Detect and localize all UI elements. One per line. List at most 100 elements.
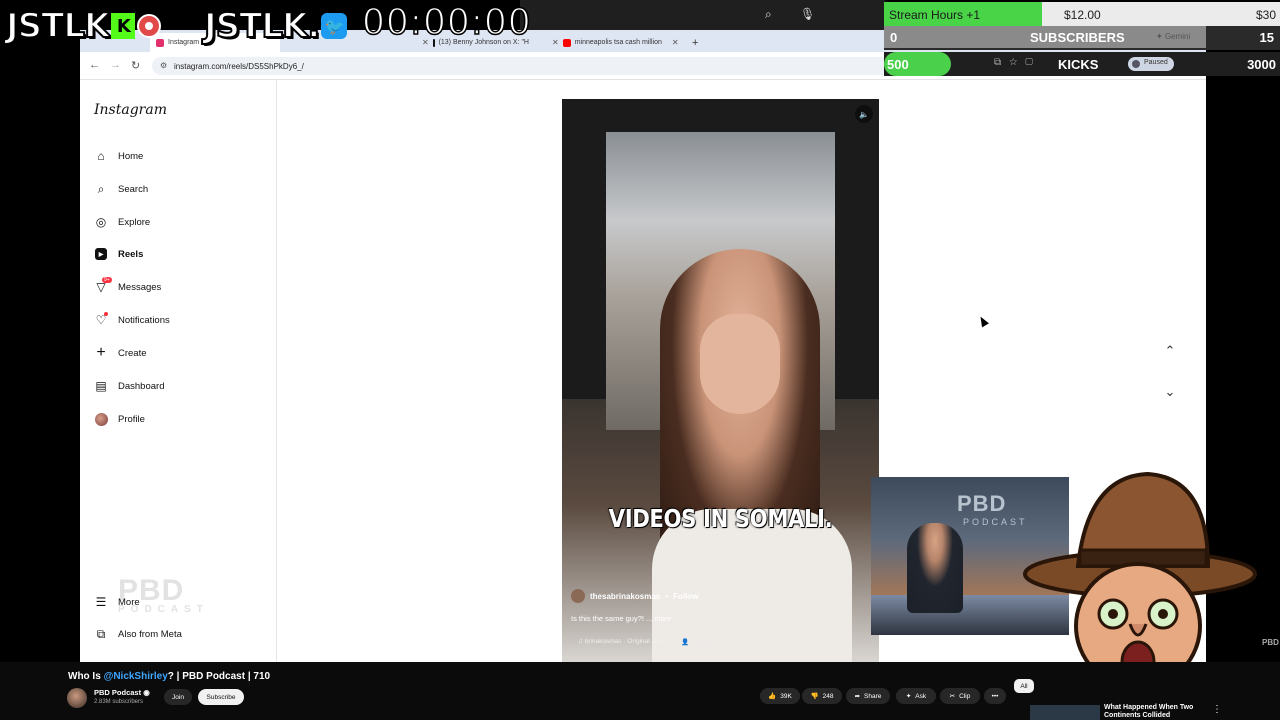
gemini-button[interactable]: ✦ Gemini (1156, 32, 1190, 41)
forward-icon[interactable]: → (110, 59, 121, 71)
audio-track[interactable]: ♫ brinakosmas · Original audio (578, 638, 667, 646)
thumbs-down-icon: 👎 (810, 693, 819, 700)
close-icon[interactable]: ✕ (552, 38, 559, 47)
sidebar-item-label: Profile (118, 413, 145, 425)
subscribe-button[interactable]: Subscribe (198, 689, 244, 705)
volume-icon[interactable]: 🔈 (855, 105, 873, 123)
kebab-menu-icon[interactable]: ⋮ (1212, 704, 1222, 715)
tagged-people[interactable]: 👤 2 people (681, 638, 716, 646)
author-username[interactable]: thesabrinakosmas (590, 592, 660, 601)
audio-label: brinakosmas · Original audio (584, 638, 668, 645)
channel-avatar[interactable] (67, 688, 87, 708)
reel-author[interactable]: thesabrinakosmas • Follow (571, 589, 698, 603)
instagram-logo[interactable]: Instagram (94, 102, 167, 118)
sidebar-item-notifications[interactable]: ♡ Notifications (94, 310, 170, 330)
new-tab-button[interactable]: + (686, 33, 706, 52)
home-icon: ⌂ (97, 149, 105, 163)
filter-chip-all[interactable]: All (1014, 679, 1034, 693)
menu-icon: ☰ (95, 595, 107, 609)
chevron-down-icon[interactable]: ⌄ (1157, 379, 1183, 405)
title-suffix: ? | PBD Podcast | 710 (167, 671, 271, 682)
sidebar-item-profile[interactable]: Profile (94, 409, 145, 429)
sidebar-item-messages[interactable]: ▽ 9+ Messages (94, 277, 161, 297)
browser-extension-icons[interactable]: ⧉☆▢ (994, 57, 1041, 68)
sidebar-item-explore[interactable]: ◎ Explore (94, 212, 150, 232)
video-title: Who Is @NickShirley? | PBD Podcast | 710 (68, 671, 270, 682)
next-video-thumbnail[interactable] (1030, 705, 1100, 720)
reload-icon[interactable]: ↻ (131, 59, 140, 72)
verified-icon: ◉ (143, 688, 150, 697)
logo-text: JSTLK (5, 5, 111, 47)
share-label: Share (864, 692, 882, 700)
close-icon[interactable]: ✕ (672, 38, 679, 47)
stream-screen: ⌕ 🎙 Instagram ✕ (13) Benny Johnson on X:… (0, 0, 1280, 720)
profile-avatar-icon (94, 412, 108, 426)
webcam-brand: PBD (957, 491, 1007, 516)
kick-icon: K (111, 13, 136, 39)
sidebar-item-label: More (118, 596, 140, 608)
share-button[interactable]: ➦ Share (846, 688, 890, 704)
search-icon[interactable]: ⌕ (765, 7, 772, 22)
tab-minneapolis-search[interactable]: ✕ minneapolis tsa cash million ✕ (540, 33, 690, 52)
stream-timer: 00:00:00 (361, 1, 532, 44)
ask-button[interactable]: ✦ Ask (896, 688, 936, 704)
sidebar-item-label: Notifications (118, 314, 170, 326)
sidebar-item-more[interactable]: ☰ More (94, 592, 140, 612)
subscriber-count: 2.83M subscribers (94, 699, 144, 705)
like-button[interactable]: 👍 39K (760, 688, 800, 704)
title-prefix: Who Is (68, 671, 104, 682)
clip-label: Clip (959, 692, 971, 700)
paused-profile-chip[interactable]: Paused (1128, 57, 1174, 71)
author-avatar[interactable] (571, 589, 585, 603)
next-video-title[interactable]: What Happened When Two Continents Collide… (1104, 704, 1193, 720)
sidebar-item-label: Create (118, 347, 147, 359)
dislike-count: 248 (822, 692, 834, 700)
chevron-up-icon[interactable]: ⌃ (1157, 338, 1183, 364)
scissors-icon: ✂ (949, 693, 956, 700)
sidebar-item-reels[interactable]: ▶ Reels (94, 244, 143, 264)
messages-icon: ▽ 9+ (96, 277, 112, 294)
goal-label: SUBSCRIBERS (1030, 30, 1125, 45)
dislike-button[interactable]: 👎 248 (802, 688, 842, 704)
sidebar-item-search[interactable]: ⌕ Search (94, 179, 148, 199)
channel-name[interactable]: PBD Podcast ◉ (94, 688, 150, 697)
goal-target: 15 (1259, 30, 1274, 45)
notification-dot (104, 312, 108, 316)
url-field[interactable]: ⚙ instagram.com/reels/DS5ShPkDy6_/ (152, 57, 922, 75)
search-icon: ⌕ (97, 181, 105, 196)
sidebar-item-label: Home (118, 150, 144, 162)
sidebar-item-meta[interactable]: ⧉ Also from Meta (94, 624, 182, 644)
tab-label: minneapolis tsa cash million (574, 39, 662, 46)
title-mention-link[interactable]: @NickShirley (104, 671, 168, 682)
site-info-icon[interactable]: ⚙ (160, 61, 167, 70)
ask-label: Ask (915, 692, 927, 700)
join-button[interactable]: Join (164, 689, 192, 705)
sidebar-item-home[interactable]: ⌂ Home (94, 146, 143, 166)
goal-current: 0 (890, 30, 898, 45)
like-count: 39K (780, 692, 792, 700)
jstlk-kick-logo: JSTLK K (5, 4, 162, 48)
gemini-label: Gemini (1164, 32, 1191, 41)
sidebar-item-dashboard[interactable]: ▤ Dashboard (94, 376, 164, 396)
sidebar-item-label: Also from Meta (118, 628, 182, 640)
clip-button[interactable]: ✂ Clip (940, 688, 980, 704)
thumbs-up-icon: 👍 (768, 693, 777, 700)
share-icon: ➦ (854, 693, 861, 700)
browser-top-strip: ⌕ 🎙 (520, 0, 885, 30)
back-icon[interactable]: ← (89, 59, 100, 71)
twitter-bird-icon: 🐦 (321, 13, 348, 39)
more-actions-icon[interactable]: ••• (984, 688, 1006, 704)
sidebar-item-create[interactable]: + Create (94, 343, 147, 363)
follow-button[interactable]: Follow (673, 592, 698, 601)
reel-caption: VIDEOS IN SOMALI. (608, 504, 833, 533)
url-text: instagram.com/reels/DS5ShPkDy6_/ (174, 62, 304, 71)
goal-target: $30 (1255, 8, 1276, 22)
plus-icon: + (96, 344, 106, 361)
instagram-sidebar: Instagram ⌂ Home ⌕ Search ◎ Explore ▶ Re… (80, 80, 277, 662)
reel-speaker-face (700, 314, 780, 414)
microphone-icon[interactable]: 🎙 (800, 7, 815, 21)
separator-dot: • (665, 591, 669, 601)
sidebar-item-label: Dashboard (118, 380, 165, 392)
reel-description[interactable]: Is this the same guy?! ... more (571, 614, 671, 623)
reel-video[interactable]: VIDEOS IN SOMALI. 🔈 thesabrinakosmas • F… (562, 99, 879, 662)
